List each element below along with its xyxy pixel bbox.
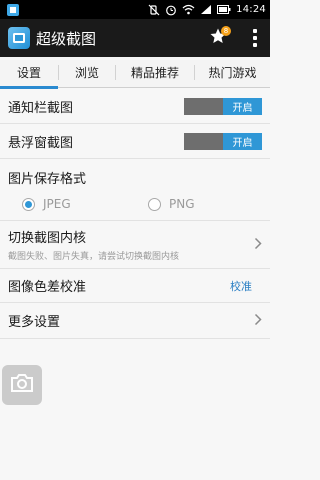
floating-capture-button[interactable] — [2, 365, 42, 405]
setting-more-settings[interactable]: 更多设置 — [0, 303, 270, 339]
tab-bar: 设置 浏览 精品推荐 热门游戏 — [0, 57, 270, 89]
setting-hint: 截图失败、图片失真，请尝试切换截图内核 — [8, 252, 180, 262]
radio-label: PNG — [169, 197, 195, 211]
overflow-menu-icon[interactable] — [248, 26, 262, 50]
camera-icon — [10, 373, 34, 397]
radio-label: JPEG — [43, 197, 71, 211]
action-bar: 超级截图 8 — [0, 19, 270, 57]
setting-switch-core[interactable]: 切换截图内核 截图失败、图片失真，请尝试切换截图内核 — [0, 221, 270, 269]
chevron-right-icon — [254, 311, 262, 330]
battery-icon — [217, 3, 231, 17]
notification-screenshot-toggle[interactable]: 开启 — [184, 97, 262, 115]
app-logo-icon — [8, 27, 30, 49]
setting-image-format: 图片保存格式 JPEG PNG — [0, 159, 270, 221]
toggle-off-segment — [184, 97, 223, 115]
setting-notification-screenshot[interactable]: 通知栏截图 开启 — [0, 89, 270, 124]
setting-floating-screenshot[interactable]: 悬浮窗截图 开启 — [0, 124, 270, 159]
radio-checked-icon — [22, 197, 35, 211]
tab-featured[interactable]: 精品推荐 — [116, 57, 194, 88]
wifi-icon — [182, 3, 195, 17]
setting-label: 图片保存格式 — [8, 172, 87, 187]
radio-unchecked-icon — [148, 197, 161, 211]
favorites-button[interactable]: 8 — [206, 26, 231, 50]
setting-label: 更多设置 — [8, 315, 61, 330]
tab-settings[interactable]: 设置 — [0, 57, 58, 89]
settings-list: 通知栏截图 开启 悬浮窗截图 开启 图片保存格式 JPEG PNG 切换截图内核 — [0, 89, 270, 339]
setting-color-calibration[interactable]: 图像色差校准 校准 — [0, 269, 270, 303]
chevron-right-icon — [254, 235, 262, 254]
status-time: 14:24 — [236, 4, 266, 15]
setting-text-block: 切换截图内核 截图失败、图片失真，请尝试切换截图内核 — [8, 227, 179, 262]
toggle-on-segment: 开启 — [223, 97, 262, 115]
app-title: 超级截图 — [36, 29, 97, 48]
calibrate-button[interactable]: 校准 — [230, 278, 252, 294]
notification-badge: 8 — [221, 26, 231, 36]
signal-icon — [200, 3, 212, 17]
tab-browse[interactable]: 浏览 — [59, 57, 115, 88]
status-bar: 14:24 — [0, 0, 270, 19]
app-notification-icon — [6, 3, 20, 17]
floating-screenshot-toggle[interactable]: 开启 — [184, 132, 262, 150]
tab-hot-games[interactable]: 热门游戏 — [195, 57, 270, 88]
alarm-icon — [165, 3, 177, 17]
radio-png[interactable]: PNG — [148, 197, 195, 211]
radio-jpeg[interactable]: JPEG — [22, 197, 148, 211]
toggle-off-segment — [184, 132, 223, 150]
format-radio-group: JPEG PNG — [8, 197, 195, 211]
setting-label: 图像色差校准 — [8, 280, 87, 295]
setting-label: 通知栏截图 — [8, 100, 74, 116]
toggle-on-segment: 开启 — [223, 132, 262, 150]
setting-label: 悬浮窗截图 — [8, 135, 74, 151]
setting-label: 切换截图内核 — [8, 231, 87, 246]
mute-icon — [148, 3, 160, 17]
